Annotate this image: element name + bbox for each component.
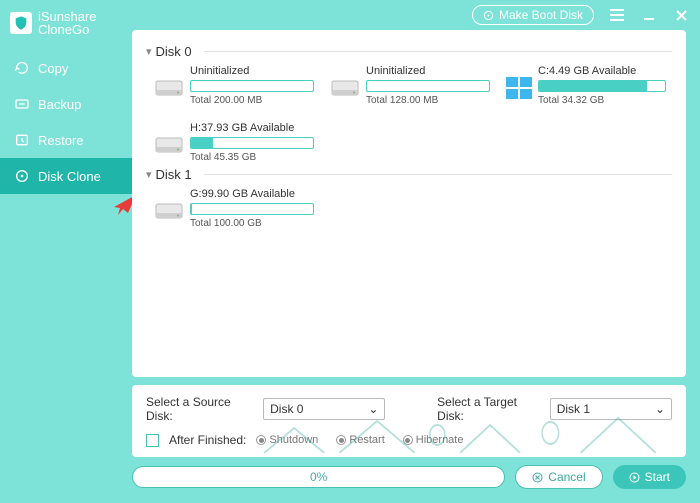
partition-total: Total 100.00 GB xyxy=(190,218,314,229)
play-icon xyxy=(629,472,640,483)
nav-copy-label: Copy xyxy=(38,61,68,76)
partition-item[interactable]: Uninitialized Total 200.00 MB xyxy=(154,65,314,106)
partition-label: H:37.93 GB Available xyxy=(190,122,314,134)
menu-icon[interactable] xyxy=(608,6,626,24)
partition-total: Total 200.00 MB xyxy=(190,95,314,106)
partition-usage-bar xyxy=(190,80,314,92)
shield-icon xyxy=(10,12,32,34)
nav-restore-label: Restore xyxy=(38,133,84,148)
partition-usage-bar xyxy=(190,203,314,215)
partition-item[interactable]: H:37.93 GB Available Total 45.35 GB xyxy=(154,122,314,163)
disk-clone-icon xyxy=(14,168,30,184)
progress-bar: 0% xyxy=(132,466,505,488)
after-finished-label: After Finished: xyxy=(169,433,246,447)
app-name-2: CloneGo xyxy=(38,23,97,36)
start-button[interactable]: Start xyxy=(613,465,686,489)
nav-copy[interactable]: Copy xyxy=(0,50,132,86)
nav-disk-clone[interactable]: Disk Clone xyxy=(0,158,132,194)
hdd-icon xyxy=(330,77,360,99)
partition-usage-bar xyxy=(366,80,490,92)
start-label: Start xyxy=(645,470,670,484)
nav-backup[interactable]: Backup xyxy=(0,86,132,122)
after-finished-checkbox[interactable] xyxy=(146,434,159,447)
partition-usage-bar xyxy=(190,137,314,149)
partition-label: G:99.90 GB Available xyxy=(190,188,314,200)
disk-name: Disk 1 xyxy=(156,167,192,182)
app-logo: iSunshare CloneGo xyxy=(0,0,132,50)
partition-total: Total 128.00 MB xyxy=(366,95,490,106)
make-boot-label: Make Boot Disk xyxy=(499,8,583,22)
partition-item[interactable]: G:99.90 GB Available Total 100.00 GB xyxy=(154,188,314,229)
partition-item[interactable]: C:4.49 GB Available Total 34.32 GB xyxy=(506,65,666,106)
partition-item[interactable]: Uninitialized Total 128.00 MB xyxy=(330,65,490,106)
hdd-icon xyxy=(154,134,184,156)
partition-label: C:4.49 GB Available xyxy=(538,65,666,77)
disk-header[interactable]: ▾ Disk 1 xyxy=(146,167,672,182)
source-disk-label: Select a Source Disk: xyxy=(146,395,253,423)
chevron-down-icon: ▾ xyxy=(146,168,152,181)
windows-icon xyxy=(506,77,532,99)
copy-icon xyxy=(14,60,30,76)
nav-restore[interactable]: Restore xyxy=(0,122,132,158)
cancel-label: Cancel xyxy=(548,470,585,484)
close-icon[interactable] xyxy=(672,6,690,24)
partition-total: Total 45.35 GB xyxy=(190,152,314,163)
disk-header[interactable]: ▾ Disk 0 xyxy=(146,44,672,59)
nav-backup-label: Backup xyxy=(38,97,81,112)
partition-total: Total 34.32 GB xyxy=(538,95,666,106)
partition-usage-bar xyxy=(538,80,666,92)
partition-label: Uninitialized xyxy=(366,65,490,77)
minimize-icon[interactable] xyxy=(640,6,658,24)
cancel-button[interactable]: Cancel xyxy=(515,465,602,489)
chevron-down-icon: ▾ xyxy=(146,45,152,58)
restore-icon xyxy=(14,132,30,148)
hdd-icon xyxy=(154,200,184,222)
partition-label: Uninitialized xyxy=(190,65,314,77)
make-boot-disk-button[interactable]: Make Boot Disk xyxy=(472,5,594,25)
disc-icon xyxy=(483,10,494,21)
decorative-footer xyxy=(264,413,686,453)
backup-icon xyxy=(14,96,30,112)
progress-value: 0% xyxy=(310,470,327,484)
nav-disk-clone-label: Disk Clone xyxy=(38,169,101,184)
disks-panel: ▾Disk 0UninitializedTotal 200.00 MBUnini… xyxy=(132,30,686,377)
cancel-icon xyxy=(532,472,543,483)
disk-name: Disk 0 xyxy=(156,44,192,59)
hdd-icon xyxy=(154,77,184,99)
